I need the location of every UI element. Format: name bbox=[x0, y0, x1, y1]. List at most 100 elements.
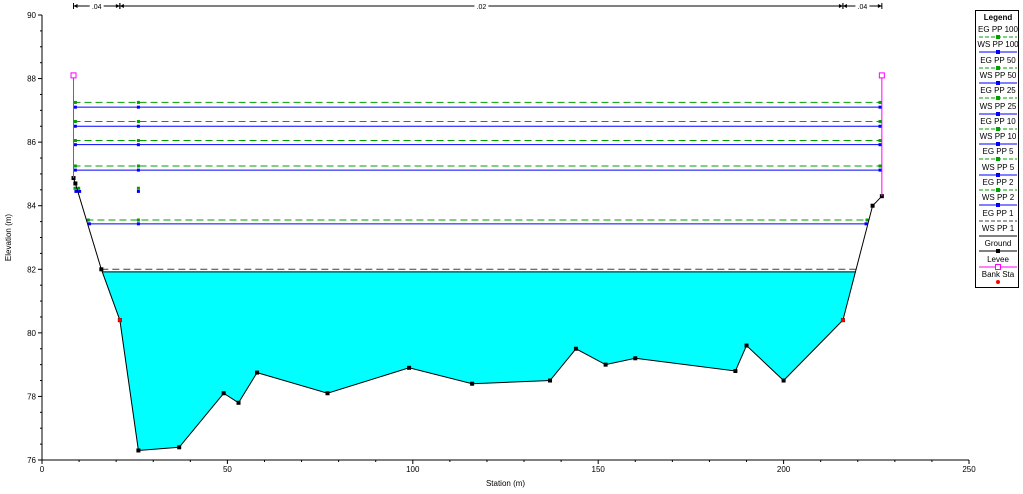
series-marker bbox=[73, 105, 77, 109]
series-marker bbox=[73, 100, 77, 104]
legend-item: Ground bbox=[976, 239, 1020, 255]
series-marker bbox=[878, 119, 882, 123]
legend-label: EG PP 1 bbox=[982, 208, 1014, 218]
ground-point bbox=[744, 343, 749, 348]
manning-arrow bbox=[842, 4, 847, 8]
legend-swatch-marker bbox=[996, 249, 1000, 254]
x-tick-label: 0 bbox=[40, 465, 45, 474]
legend: Legend EG PP 100 WS PP 100 EG PP 50 WS PP 5… bbox=[975, 10, 1019, 288]
series-marker bbox=[878, 105, 882, 109]
cross-section-chart: 0 50 100 150 200 250 76 78 80 82 84 86 88 90 Station (… bbox=[0, 0, 1023, 489]
bank-station-marker bbox=[117, 318, 122, 323]
legend-label: EG PP 50 bbox=[980, 55, 1016, 65]
legend-title: Legend bbox=[983, 13, 1013, 22]
legend-label: WS PP 10 bbox=[979, 132, 1017, 142]
legend-swatch bbox=[979, 220, 1017, 222]
series-marker bbox=[136, 218, 140, 222]
x-tick-label: 100 bbox=[406, 465, 420, 474]
series-marker bbox=[878, 139, 882, 143]
legend-swatch bbox=[979, 35, 1017, 39]
ground-point bbox=[407, 365, 412, 370]
series-marker bbox=[136, 143, 140, 147]
water-fill-layer bbox=[102, 271, 856, 451]
ground-point bbox=[547, 378, 552, 383]
series-marker bbox=[73, 119, 77, 123]
ground-point bbox=[99, 267, 104, 272]
legend-item: EG PP 10 bbox=[976, 117, 1020, 133]
ground-point bbox=[73, 181, 78, 186]
ground-point bbox=[177, 445, 182, 450]
legend-item: EG PP 100 bbox=[976, 25, 1020, 41]
legend-item: EG PP 5 bbox=[976, 147, 1020, 163]
legend-label: WS PP 50 bbox=[979, 70, 1017, 80]
legend-item: WS PP 10 bbox=[976, 132, 1020, 148]
legend-swatch-marker bbox=[996, 142, 1000, 147]
y-tick-label: 76 bbox=[27, 456, 36, 465]
ground-point bbox=[573, 346, 578, 351]
y-tick-label: 78 bbox=[27, 392, 36, 401]
y-tick-label: 86 bbox=[27, 138, 36, 147]
series-marker bbox=[136, 100, 140, 104]
legend-swatch-marker bbox=[996, 35, 1000, 39]
legend-swatch bbox=[979, 263, 1017, 270]
series-marker bbox=[136, 222, 140, 226]
legend-label: EG PP 25 bbox=[980, 86, 1016, 96]
legend-label: WS PP 25 bbox=[979, 101, 1017, 111]
manning-arrow bbox=[115, 4, 120, 8]
legend-label: WS PP 2 bbox=[981, 193, 1015, 203]
ground-point bbox=[633, 356, 638, 361]
y-tick-label: 88 bbox=[27, 75, 36, 84]
legend-swatch bbox=[979, 235, 1017, 237]
bank-station-marker bbox=[840, 318, 845, 323]
legend-swatch-marker bbox=[996, 126, 1000, 131]
series-marker bbox=[73, 168, 77, 172]
series-marker bbox=[136, 124, 140, 128]
ground-point bbox=[733, 369, 738, 373]
series-marker bbox=[878, 143, 882, 147]
legend-swatch-marker bbox=[996, 279, 1000, 284]
legend-item: WS PP 25 bbox=[976, 102, 1020, 118]
legend-swatch-marker bbox=[996, 203, 1000, 208]
manning-label: .02 bbox=[477, 4, 487, 11]
series-marker bbox=[136, 186, 140, 190]
legend-item: WS PP 2 bbox=[976, 193, 1020, 209]
series-marker bbox=[865, 218, 869, 222]
manning-arrow bbox=[73, 4, 78, 8]
x-tick-label: 200 bbox=[777, 465, 791, 474]
legend-swatch-marker bbox=[996, 157, 1000, 162]
legend-item: EG PP 2 bbox=[976, 178, 1020, 194]
ground-point bbox=[221, 391, 226, 396]
water-surface-lines bbox=[73, 100, 882, 273]
x-tick-label: 250 bbox=[962, 465, 976, 474]
series-marker bbox=[73, 139, 77, 143]
legend-swatch-marker bbox=[996, 111, 1000, 116]
legend-swatch bbox=[979, 111, 1017, 116]
y-axis-label: Elevation (m) bbox=[4, 214, 13, 261]
ground-point bbox=[870, 203, 875, 208]
series-marker bbox=[878, 168, 882, 172]
legend-item: Levee bbox=[976, 255, 1020, 271]
legend-label: WS PP 5 bbox=[981, 162, 1015, 172]
legend-swatch bbox=[979, 142, 1017, 147]
y-tick-label: 82 bbox=[27, 265, 36, 274]
series-marker bbox=[136, 168, 140, 172]
x-tick-label: 50 bbox=[223, 465, 232, 474]
series-marker bbox=[73, 164, 77, 168]
manning-arrow bbox=[877, 4, 882, 8]
series-marker bbox=[136, 105, 140, 109]
legend-swatch bbox=[979, 96, 1017, 101]
legend-item: WS PP 5 bbox=[976, 163, 1020, 179]
levee-marker bbox=[878, 72, 885, 79]
legend-swatch bbox=[979, 172, 1017, 177]
legend-item: EG PP 1 bbox=[976, 209, 1020, 225]
series-marker bbox=[136, 164, 140, 168]
legend-swatch bbox=[979, 188, 1017, 192]
water-fill bbox=[102, 271, 856, 451]
legend-swatch bbox=[979, 80, 1017, 85]
legend-item: Bank Sta bbox=[976, 270, 1020, 286]
series-marker bbox=[864, 222, 868, 226]
y-tick-label: 80 bbox=[27, 329, 36, 338]
legend-item: WS PP 50 bbox=[976, 71, 1020, 87]
series-marker bbox=[136, 189, 140, 193]
chart-canvas: 0 50 100 150 200 250 76 78 80 82 84 86 88 90 Station (… bbox=[4, 2, 976, 488]
